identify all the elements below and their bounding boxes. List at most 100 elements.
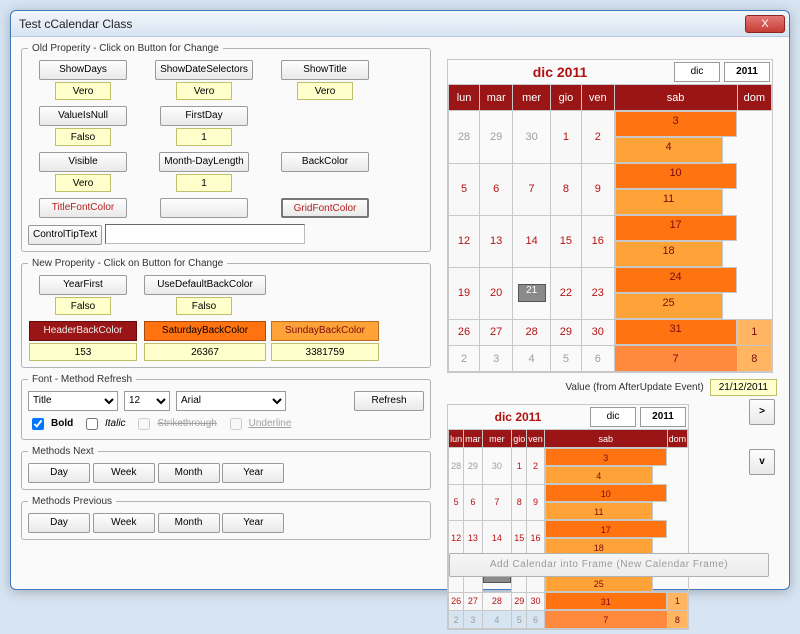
calendar-day-cell[interactable]: 30: [482, 448, 512, 485]
calendar-day-cell[interactable]: 11: [615, 189, 723, 215]
font-target-select[interactable]: Title: [28, 391, 118, 411]
calendar-day-cell[interactable]: 16: [581, 215, 614, 267]
calendar-day-cell[interactable]: 2: [449, 611, 464, 629]
calendar-day-cell[interactable]: 6: [581, 346, 614, 372]
valueisnull-button[interactable]: ValueIsNull: [39, 106, 127, 126]
calendar-day-cell[interactable]: 11: [545, 502, 653, 520]
calendar-day-cell[interactable]: 10: [615, 163, 737, 189]
sundaybackcolor-button[interactable]: SundayBackColor: [271, 321, 379, 341]
calendar-large-grid[interactable]: lunmarmergiovensabdom2829301234567891011…: [448, 84, 772, 372]
calendar-day-cell[interactable]: 12: [449, 520, 464, 556]
usedefaultbackcolor-button[interactable]: UseDefaultBackColor: [144, 275, 266, 295]
prev-year-button[interactable]: Year: [222, 513, 284, 533]
calendar-day-cell[interactable]: 8: [667, 611, 687, 629]
nav-down-button[interactable]: v: [749, 449, 775, 475]
calendar-day-cell[interactable]: 29: [464, 448, 482, 485]
calendar-day-cell[interactable]: 2: [581, 111, 614, 164]
calendar-small-grid[interactable]: lunmarmergiovensabdom2829301234567891011…: [448, 429, 688, 629]
showtitle-button[interactable]: ShowTitle: [281, 60, 369, 80]
titlefontcolor-button[interactable]: TitleFontColor: [39, 198, 127, 218]
headerbackcolor-button[interactable]: HeaderBackColor: [29, 321, 137, 341]
calendar-large-month-select[interactable]: dic: [674, 62, 720, 82]
calendar-day-cell[interactable]: 3: [545, 448, 667, 466]
calendar-day-cell[interactable]: 28: [482, 592, 512, 611]
calendar-day-cell[interactable]: 8: [737, 346, 771, 372]
calendar-day-cell[interactable]: 27: [480, 319, 513, 346]
calendar-small-year-select[interactable]: 2011: [640, 407, 686, 427]
calendar-day-cell[interactable]: 1: [550, 111, 581, 164]
saturdaybackcolor-button[interactable]: SaturdayBackColor: [144, 321, 266, 341]
calendar-day-cell[interactable]: 19: [449, 267, 480, 319]
firstday-button[interactable]: FirstDay: [160, 106, 248, 126]
calendar-day-cell[interactable]: 5: [449, 163, 480, 215]
calendar-day-cell[interactable]: 1: [737, 319, 771, 346]
calendar-day-cell[interactable]: 17: [615, 215, 737, 241]
calendar-day-cell[interactable]: 21: [513, 267, 551, 319]
monthdaylength-button[interactable]: Month-DayLength: [159, 152, 249, 172]
add-calendar-frame-button[interactable]: Add Calendar into Frame (New Calendar Fr…: [449, 553, 769, 577]
calendar-day-cell[interactable]: 15: [512, 520, 527, 556]
calendar-day-cell[interactable]: 3: [615, 111, 737, 137]
calendar-day-cell[interactable]: 23: [581, 267, 614, 319]
calendar-day-cell[interactable]: 29: [480, 111, 513, 164]
calendar-day-cell[interactable]: 4: [513, 346, 551, 372]
calendar-day-cell[interactable]: 15: [550, 215, 581, 267]
calendar-day-cell[interactable]: 16: [527, 520, 544, 556]
calendar-day-cell[interactable]: 2: [527, 448, 544, 485]
calendar-day-cell[interactable]: 1: [512, 448, 527, 485]
backcolor-button[interactable]: BackColor: [281, 152, 369, 172]
calendar-day-cell[interactable]: 13: [480, 215, 513, 267]
calendar-day-cell[interactable]: 13: [464, 520, 482, 556]
calendar-day-cell[interactable]: 22: [550, 267, 581, 319]
calendar-day-cell[interactable]: 1: [667, 592, 687, 611]
calendar-day-cell[interactable]: 4: [482, 611, 512, 629]
calendar-day-cell[interactable]: 6: [480, 163, 513, 215]
underline-checkbox[interactable]: Underline: [226, 415, 292, 433]
calendar-day-cell[interactable]: 26: [449, 319, 480, 346]
calendar-day-cell[interactable]: 9: [527, 484, 544, 520]
calendar-day-cell[interactable]: 30: [581, 319, 614, 346]
font-face-select[interactable]: Arial: [176, 391, 286, 411]
controltiptext-input[interactable]: [105, 224, 305, 244]
calendar-day-cell[interactable]: 2: [449, 346, 480, 372]
showdateselectors-button[interactable]: ShowDateSelectors: [155, 60, 253, 80]
calendar-small-month-select[interactable]: dic: [590, 407, 636, 427]
calendar-day-cell[interactable]: 28: [449, 448, 464, 485]
calendar-day-cell[interactable]: 4: [615, 137, 723, 163]
dayfontcolor-button[interactable]: DayFontColor: [160, 198, 248, 218]
showdays-button[interactable]: ShowDays: [39, 60, 127, 80]
calendar-day-cell[interactable]: 14: [482, 520, 512, 556]
next-year-button[interactable]: Year: [222, 463, 284, 483]
calendar-day-cell[interactable]: 28: [513, 319, 551, 346]
calendar-day-cell[interactable]: 3: [480, 346, 513, 372]
next-month-button[interactable]: Month: [158, 463, 220, 483]
calendar-day-cell[interactable]: 29: [550, 319, 581, 346]
calendar-day-cell[interactable]: 31: [545, 592, 667, 610]
italic-checkbox[interactable]: Italic: [82, 415, 126, 433]
yearfirst-button[interactable]: YearFirst: [39, 275, 127, 295]
calendar-day-cell[interactable]: 9: [581, 163, 614, 215]
next-week-button[interactable]: Week: [93, 463, 155, 483]
calendar-day-cell[interactable]: 7: [544, 611, 667, 629]
calendar-day-cell[interactable]: 5: [449, 484, 464, 520]
calendar-day-cell[interactable]: 3: [464, 611, 482, 629]
calendar-day-cell[interactable]: 5: [512, 611, 527, 629]
prev-week-button[interactable]: Week: [93, 513, 155, 533]
calendar-day-cell[interactable]: 18: [615, 241, 723, 267]
calendar-day-cell[interactable]: 29: [512, 592, 527, 611]
calendar-day-cell[interactable]: 24: [615, 267, 737, 293]
next-day-button[interactable]: Day: [28, 463, 90, 483]
calendar-day-cell[interactable]: 30: [513, 111, 551, 164]
calendar-day-cell[interactable]: 17: [545, 520, 667, 538]
refresh-button[interactable]: Refresh: [354, 391, 424, 411]
calendar-day-cell[interactable]: 28: [449, 111, 480, 164]
calendar-day-cell[interactable]: 25: [615, 293, 723, 319]
gridfontcolor-button[interactable]: GridFontColor: [281, 198, 369, 218]
calendar-day-cell[interactable]: 14: [513, 215, 551, 267]
close-button[interactable]: X: [745, 15, 785, 33]
calendar-day-cell[interactable]: 4: [545, 466, 653, 484]
controltiptext-button[interactable]: ControlTipText: [28, 225, 102, 245]
calendar-large-year-select[interactable]: 2011: [724, 62, 770, 82]
titlebar[interactable]: Test cCalendar Class X: [11, 11, 789, 37]
calendar-day-cell[interactable]: 30: [527, 592, 544, 611]
